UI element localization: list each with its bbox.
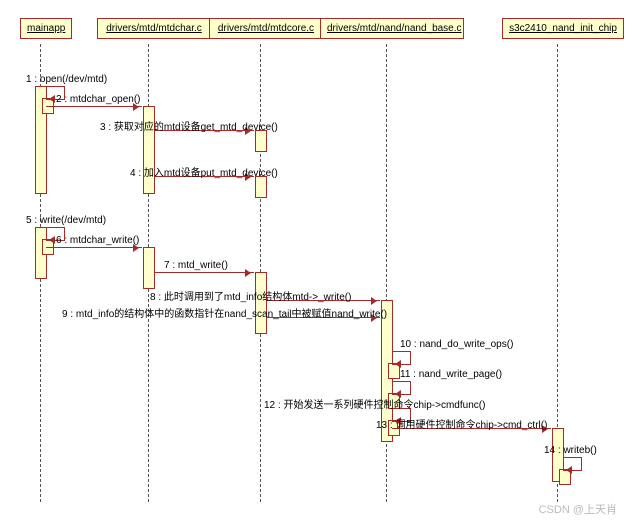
activation [143, 247, 155, 289]
activation [255, 130, 267, 152]
msg-5: 5 : write(/dev/mtd) [26, 215, 106, 226]
msg-12: 12 : 开始发送一系列硬件控制命令chip->cmdfunc() [264, 396, 485, 411]
sequence-diagram: mainapp drivers/mtd/mtdchar.c drivers/mt… [0, 0, 627, 523]
participant-mtdchar: drivers/mtd/mtdchar.c [97, 18, 211, 39]
msg-6: 6 : mtdchar_write() [56, 235, 139, 246]
msg-13: 13 : 调用硬件控制命令chip->cmd_ctrl() [376, 416, 547, 431]
arrow [46, 106, 142, 107]
msg-4: 4 : 加入mtd设备put_mtd_device() [130, 164, 278, 179]
watermark: CSDN @上天肖 [539, 501, 617, 517]
msg-7: 7 : mtd_write() [164, 260, 228, 271]
participant-nandbase: drivers/mtd/nand/nand_base.c [320, 18, 464, 39]
msg-10: 10 : nand_do_write_ops() [400, 339, 513, 350]
self-call [392, 381, 411, 395]
activation [255, 272, 267, 334]
self-call [392, 351, 411, 365]
msg-11: 11 : nand_write_page() [400, 369, 502, 380]
participant-s3c: s3c2410_nand_init_chip [502, 18, 624, 39]
msg-8: 8 : 此时调用到了mtd_info结构体mtd->_write() [150, 288, 351, 303]
msg-9: 9 : mtd_info的结构体中的函数指针在nand_scan_tail中被赋… [62, 305, 387, 320]
msg-3: 3 : 获取对应的mtd设备get_mtd_device() [100, 118, 278, 133]
arrow [154, 272, 254, 273]
participant-mtdcore: drivers/mtd/mtdcore.c [209, 18, 323, 39]
arrow [46, 247, 142, 248]
participant-mainapp: mainapp [20, 18, 72, 39]
activation [255, 176, 267, 198]
self-call [563, 457, 582, 471]
msg-1: 1 : open(/dev/mtd) [26, 74, 107, 85]
msg-2: 2 : mtdchar_open() [56, 94, 141, 105]
msg-14: 14 : writeb() [544, 445, 597, 456]
